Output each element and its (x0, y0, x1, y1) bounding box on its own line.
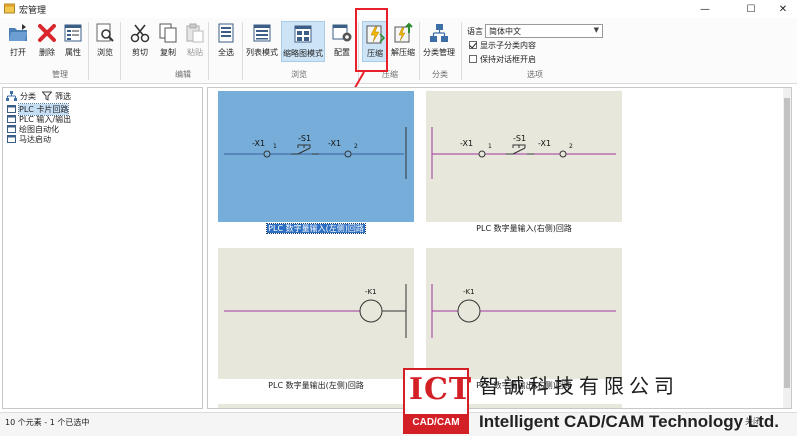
macro-thumbnail-view: -X1 1 -S1 -X1 2 PLC 数字量输入(左侧)回路 -X1 1 -S… (207, 87, 792, 409)
decompress-button[interactable]: 解压缩 (391, 22, 415, 58)
delete-button[interactable]: 删除 (36, 22, 58, 58)
macro-thumbnail[interactable] (218, 404, 414, 408)
filter-funnel-icon (42, 91, 52, 101)
select-all-icon (218, 23, 234, 43)
svg-text:2: 2 (354, 143, 358, 150)
properties-button[interactable]: 属性 (62, 22, 84, 58)
cut-button[interactable]: 剪切 (129, 22, 151, 58)
tab-filter[interactable]: 筛选 (42, 91, 71, 102)
category-tree: PLC 卡片回路 PLC 输入/输出 绘图自动化 马达启动 (3, 102, 202, 144)
language-label: 语言 (467, 27, 483, 36)
macro-folder-icon (7, 135, 16, 143)
vertical-scrollbar[interactable] (783, 88, 791, 408)
minimize-button[interactable]: — (687, 0, 723, 18)
status-text: 10 个元素 - 1 个已选中 (5, 418, 90, 427)
thumbnail-mode-button[interactable]: 缩略图模式 (281, 21, 325, 62)
paste-clipboard-icon (186, 23, 204, 43)
macro-thumbnail[interactable]: -K1 (218, 248, 414, 379)
app-icon (4, 3, 15, 14)
svg-text:-X1: -X1 (252, 139, 265, 148)
group-label-edit: 编辑 (175, 70, 191, 79)
close-window-button[interactable]: ✕ (765, 0, 797, 18)
svg-text:1: 1 (273, 143, 277, 150)
list-mode-icon (253, 24, 271, 42)
thumbnail-grid-icon (294, 25, 312, 43)
chevron-down-icon: ▼ (593, 26, 599, 34)
language-select[interactable]: 简体中文 ▼ (485, 24, 603, 38)
group-label-category: 分类 (432, 70, 448, 79)
svg-text:-X1: -X1 (460, 139, 473, 148)
tree-item[interactable]: 马达启动 (7, 134, 202, 144)
annotation-highlight-box (355, 8, 388, 72)
macro-thumbnail[interactable]: -X1 1 -S1 -X1 2 (218, 91, 414, 222)
svg-text:1: 1 (488, 143, 492, 150)
ribbon-divider (88, 22, 89, 80)
open-button[interactable]: 打开 (7, 22, 29, 58)
company-watermark: ICT CAD/CAM 智誠科技有限公司 Intelligent CAD/CAM… (403, 368, 797, 434)
show-sub-category-checkbox[interactable] (469, 41, 477, 49)
delete-x-icon (38, 24, 56, 42)
copy-icon (159, 23, 177, 43)
keep-dialog-open-label: 保持对话框开启 (480, 55, 536, 64)
ribbon-divider (208, 22, 209, 80)
macro-thumbnail[interactable]: -X1 1 -S1 -X1 2 (426, 91, 622, 222)
macro-thumbnail[interactable]: -K1 (426, 248, 622, 379)
open-folder-icon (9, 24, 27, 41)
ribbon-divider (120, 22, 121, 80)
tree-item[interactable]: PLC 输入/输出 (7, 114, 202, 124)
config-button[interactable]: 配置 (331, 22, 353, 58)
group-label-options: 选项 (527, 70, 543, 79)
scissors-icon (130, 24, 150, 43)
svg-text:-K1: -K1 (365, 288, 377, 296)
category-panel: 分类 筛选 PLC 卡片回路 PLC 输入/输出 绘图自动化 马达启动 (2, 87, 203, 409)
svg-text:-X1: -X1 (328, 139, 341, 148)
select-all-button[interactable]: 全选 (215, 22, 237, 58)
copy-button[interactable]: 复制 (157, 22, 179, 58)
svg-text:-S1: -S1 (513, 134, 526, 143)
category-tree-icon (6, 91, 17, 101)
browse-button[interactable]: 浏览 (94, 22, 116, 58)
tab-category[interactable]: 分类 (6, 91, 36, 102)
svg-text:-S1: -S1 (298, 134, 311, 143)
tree-item[interactable]: PLC 卡片回路 (7, 102, 202, 116)
tree-item[interactable]: 绘图自动化 (7, 124, 202, 134)
scrollbar-thumb[interactable] (784, 98, 790, 388)
paste-button[interactable]: 粘贴 (184, 22, 206, 58)
svg-text:2: 2 (569, 143, 573, 150)
ribbon-divider (419, 22, 420, 80)
properties-icon (64, 24, 82, 42)
title-bar: 宏管理 — ☐ ✕ (0, 0, 797, 18)
thumbnail-caption: PLC 数字量输出(左侧)回路 (268, 381, 364, 390)
company-name-english: Intelligent CAD/CAM Technology Ltd. (479, 412, 779, 431)
svg-text:-X1: -X1 (538, 139, 551, 148)
ribbon: 打开 删除 属性 管理 浏览 剪切 复制 粘贴 编辑 全选 列表模式 缩略图模式… (0, 18, 797, 84)
ribbon-divider (242, 22, 243, 80)
group-label-view: 浏览 (291, 70, 307, 79)
thumbnail-caption: PLC 数字量输入(右侧)回路 (476, 224, 572, 233)
ict-logo: ICT CAD/CAM (403, 368, 471, 434)
category-panel-toolbar: 分类 筛选 (3, 88, 202, 104)
svg-text:-K1: -K1 (463, 288, 475, 296)
show-sub-category-label: 显示子分类内容 (480, 41, 536, 50)
macro-folder-icon (7, 125, 16, 133)
circuit-preview: -K1 (224, 284, 407, 338)
window-title: 宏管理 (19, 6, 47, 16)
thumbnail-caption: PLC 数字量输入(左侧)回路 (266, 223, 366, 234)
list-mode-button[interactable]: 列表模式 (246, 22, 278, 58)
company-name-chinese: 智誠科技有限公司 (479, 374, 679, 398)
group-label-manage: 管理 (52, 70, 68, 79)
ribbon-divider (461, 22, 462, 80)
decompress-icon (394, 22, 413, 43)
macro-folder-icon (7, 115, 16, 123)
circuit-preview: -K1 (431, 284, 616, 338)
config-gear-icon (332, 24, 352, 42)
maximize-button[interactable]: ☐ (733, 0, 769, 18)
circuit-preview: -X1 1 -S1 -X1 2 (224, 127, 407, 179)
browse-magnifier-icon (96, 23, 114, 42)
macro-folder-icon (7, 105, 16, 113)
keep-dialog-open-checkbox[interactable] (469, 55, 477, 63)
category-tree-icon (430, 24, 448, 42)
category-manage-button[interactable]: 分类管理 (423, 22, 455, 58)
circuit-preview: -X1 1 -S1 -X1 2 (431, 127, 616, 179)
